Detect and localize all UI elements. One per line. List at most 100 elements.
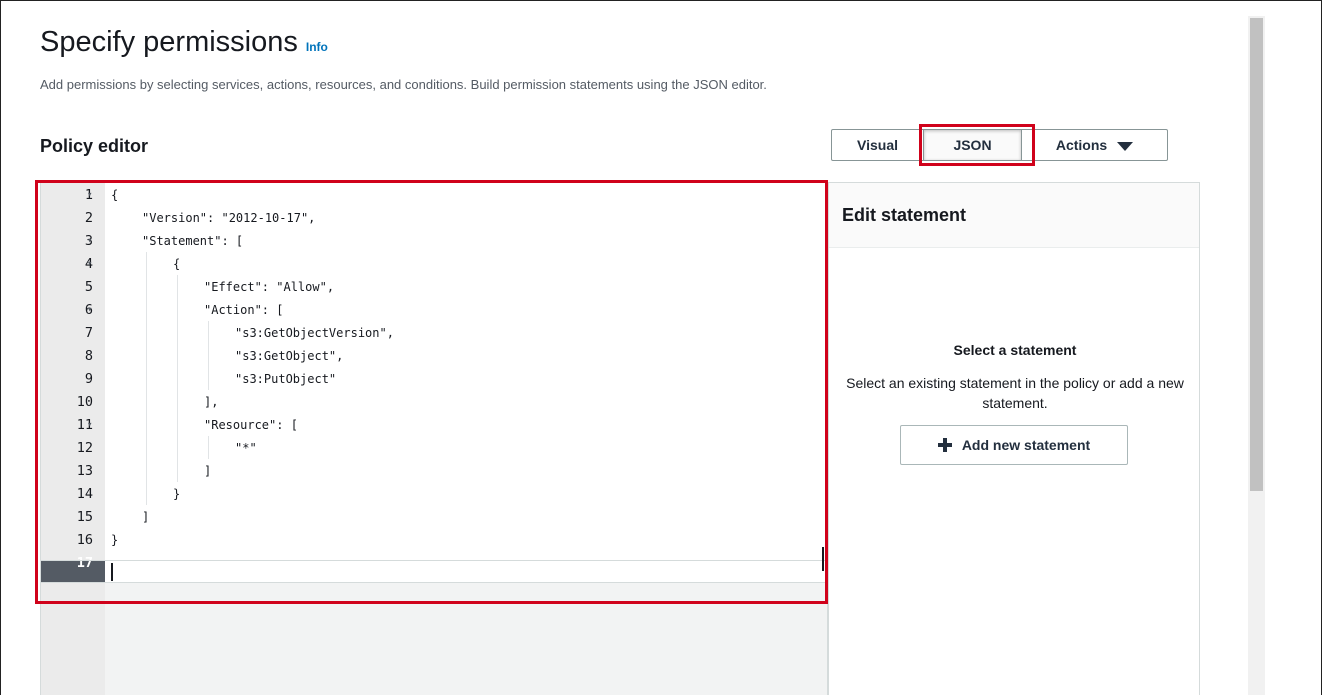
page-scrollbar-thumb[interactable]: [1250, 18, 1263, 491]
indent-guide: [177, 344, 178, 367]
line-number: 8: [84, 347, 93, 364]
code-text: "s3:GetObject",: [235, 348, 344, 363]
line-number: 14: [76, 485, 93, 502]
code-text: ]: [204, 463, 212, 478]
caret-down-icon: [1117, 141, 1134, 151]
fold-toggle-icon[interactable]: ▾: [87, 236, 97, 246]
empty-state-title: Select a statement: [953, 342, 1077, 358]
editor-scrollbar[interactable]: [822, 547, 824, 571]
indent-guide: [146, 482, 147, 505]
policy-editor-title: Policy editor: [40, 136, 149, 156]
code-text: "Action": [: [204, 302, 284, 317]
indent-guide: [177, 298, 178, 321]
code-line[interactable]: 3 ▾ "Statement": [: [85, 229, 827, 252]
indent-guide: [146, 367, 147, 390]
indent-guide: [146, 275, 147, 298]
line-number: 13: [76, 462, 93, 479]
active-line: [41, 560, 827, 583]
code-text: ],: [204, 394, 219, 409]
code-line[interactable]: 9 "s3:PutObject": [85, 367, 827, 390]
code-line[interactable]: 16}: [77, 528, 827, 551]
code-line[interactable]: 2 "Version": "2012-10-17",: [85, 206, 827, 229]
page-title: Specify permissions Info: [40, 26, 328, 59]
code-line[interactable]: 15]: [77, 505, 827, 528]
fold-toggle-icon[interactable]: ▾: [87, 190, 97, 200]
line-number: 11: [76, 416, 93, 433]
add-new-statement-button[interactable]: Add new statement: [900, 425, 1128, 465]
line-number: 3: [84, 232, 93, 249]
indent-guide: [177, 275, 178, 298]
json-code-editor[interactable]: 1 ▾{2 "Version": "2012-10-17", 3 ▾ "Statement…: [40, 182, 828, 695]
line-number: 10: [76, 393, 93, 410]
code-text: "s3:GetObjectVersion",: [235, 325, 394, 340]
empty-state-description: Select an existing statement in the poli…: [846, 375, 1184, 411]
code-text: "Version": "2012-10-17",: [142, 210, 316, 225]
plus-icon: [937, 438, 952, 452]
page-title-text: Specify permissions: [40, 26, 298, 58]
tab-visual[interactable]: Visual: [832, 130, 924, 160]
indent-guide: [208, 367, 209, 390]
indent-guide: [177, 413, 178, 436]
line-number: 5: [84, 278, 93, 295]
indent-guide: [146, 298, 147, 321]
indent-guide: [177, 436, 178, 459]
editor-mode-tabs: Visual JSON Actions: [831, 129, 1168, 161]
code-text: "Resource": [: [204, 417, 298, 432]
code-text: }: [173, 486, 181, 501]
info-link[interactable]: Info: [306, 40, 328, 54]
indent-guide: [177, 390, 178, 413]
fold-toggle-icon[interactable]: ▾: [87, 305, 97, 315]
indent-guide: [146, 413, 147, 436]
code-line[interactable]: 10],: [77, 390, 827, 413]
code-text: "s3:PutObject": [235, 371, 337, 386]
indent-guide: [208, 436, 209, 459]
line-number: 1: [84, 186, 93, 203]
code-text: ]: [142, 509, 150, 524]
fold-toggle-icon[interactable]: ▾: [87, 420, 97, 430]
indent-guide: [146, 252, 147, 275]
line-number: 12: [76, 439, 93, 456]
line-number: 16: [76, 531, 93, 548]
indent-guide: [146, 390, 147, 413]
code-line[interactable]: 4 ▾ {: [85, 252, 827, 275]
code-line[interactable]: 14}: [77, 482, 827, 505]
indent-guide: [146, 436, 147, 459]
page-description: Add permissions by selecting services, a…: [40, 77, 767, 92]
text-cursor: [111, 563, 113, 581]
add-new-statement-label: Add new statement: [961, 437, 1091, 453]
code-line[interactable]: 1 ▾ {: [85, 183, 827, 206]
line-number: 7: [84, 324, 93, 341]
code-line[interactable]: 11 ▾ "Resource": [: [77, 413, 827, 436]
line-number: 2: [84, 209, 93, 226]
code-text: {: [111, 187, 119, 202]
indent-guide: [146, 344, 147, 367]
indent-guide: [177, 367, 178, 390]
fold-toggle-icon[interactable]: ▾: [87, 259, 97, 269]
code-area[interactable]: 1 ▾{2 "Version": "2012-10-17", 3 ▾ "Statement…: [77, 183, 827, 583]
line-number: 4: [84, 255, 93, 272]
line-number: 15: [76, 508, 93, 525]
code-line[interactable]: 13]: [77, 459, 827, 482]
indent-guide: [177, 321, 178, 344]
code-text: "Statement": [: [142, 233, 244, 248]
tab-json[interactable]: JSON: [924, 130, 1022, 160]
line-number: 9: [84, 370, 93, 387]
code-text: {: [173, 256, 181, 271]
code-line[interactable]: 12 "*": [77, 436, 827, 459]
actions-dropdown-button[interactable]: Actions: [1022, 130, 1167, 160]
indent-guide: [177, 459, 178, 482]
indent-guide: [146, 459, 147, 482]
edit-statement-panel: Edit statement Select a statement Select…: [828, 182, 1200, 695]
indent-guide: [208, 344, 209, 367]
edit-statement-title: Edit statement: [829, 183, 1199, 248]
code-line[interactable]: 6 ▾ "Action": [: [85, 298, 827, 321]
code-text: "Effect": "Allow",: [204, 279, 335, 294]
indent-guide: [146, 321, 147, 344]
line-number: 6: [84, 301, 93, 318]
code-text: "*": [235, 440, 257, 455]
actions-label: Actions: [1055, 137, 1108, 153]
code-line[interactable]: 8 "s3:GetObject",: [85, 344, 827, 367]
code-line[interactable]: 7 "s3:GetObjectVersion",: [85, 321, 827, 344]
code-text: }: [111, 532, 119, 547]
code-line[interactable]: 5 "Effect": "Allow",: [85, 275, 827, 298]
